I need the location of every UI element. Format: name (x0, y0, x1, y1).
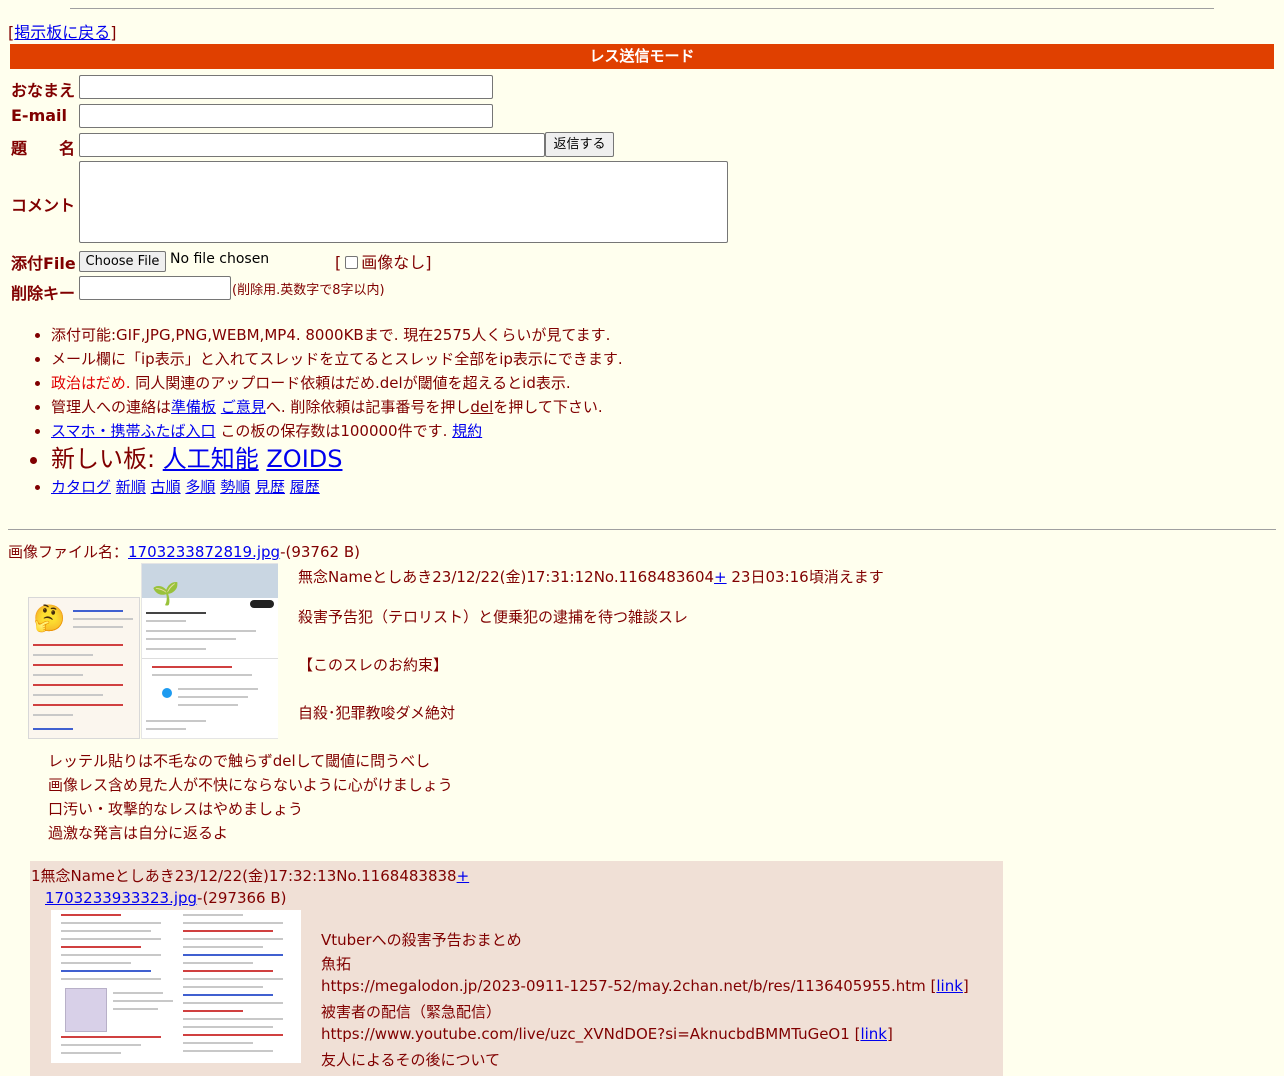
rule-text: 同人関連のアップロード依頼はだめ.delが閾値を超えるとid表示. (130, 374, 571, 392)
rule-text: を押して下さい. (493, 398, 603, 416)
politics-warning: 政治はだめ. (51, 374, 131, 392)
thumb-left-panel: 🤔 (28, 597, 140, 739)
email-label: E-mail (11, 106, 68, 125)
board-rules-list: 添付可能:GIF,JPG,PNG,WEBM,MP4. 8000KBまで. 現在2… (0, 323, 623, 499)
prep-board-link[interactable]: 準備板 (171, 398, 216, 416)
rule-item: 添付可能:GIF,JPG,PNG,WEBM,MP4. 8000KBまで. 現在2… (51, 323, 623, 347)
rule-text: 添付可能:GIF,JPG,PNG,WEBM,MP4. 8000KBまで. 現在2… (51, 326, 611, 344)
op-file-info: 画像ファイル名：1703233872819.jpg-(93762 B) (8, 541, 360, 562)
bracket: [ (335, 253, 342, 272)
reply-file-info: 1703233933323.jpg-(297366 B) (45, 889, 286, 907)
op-file-link[interactable]: 1703233872819.jpg (128, 543, 280, 561)
bracket: ] (886, 1025, 893, 1043)
thumb-right-panel: 🌱 (141, 563, 278, 739)
reply-thumbnail[interactable] (51, 910, 301, 1063)
megalodon-link[interactable]: link (936, 977, 963, 995)
sort-oldest-link[interactable]: 古順 (151, 478, 181, 496)
sprout-icon: 🌱 (152, 582, 180, 607)
zoids-board-link[interactable]: ZOIDS (266, 445, 342, 473)
bracket: ] (425, 253, 432, 272)
reply-file-link[interactable]: 1703233933323.jpg (45, 889, 197, 907)
ai-board-link[interactable]: 人工知能 (163, 445, 259, 473)
thinking-face-icon: 🤔 (33, 604, 66, 634)
sort-links-item: カタログ 新順 古順 多順 勢順 見歴 履歴 (51, 475, 623, 499)
op-header: 無念Nameとしあき23/12/22(金)17:31:12No.11684836… (298, 566, 884, 587)
no-image-checkbox[interactable] (345, 256, 359, 269)
reply-url-line: https://www.youtube.com/live/uzc_XVNdDOE… (321, 1025, 893, 1043)
subject-label: 題 名 (11, 139, 76, 158)
name-label: おなまえ (11, 81, 76, 100)
op-body-line: 過激な発言は自分に返るよ (48, 824, 229, 842)
no-image-label: 画像なし (361, 253, 426, 272)
rule-item: スマホ・携帯ふたば入口 この板の保存数は100000件です. 規約 (51, 419, 623, 443)
reply-header: 1無念Nameとしあき23/12/22(金)17:32:13No.1168483… (31, 865, 469, 886)
comment-textarea[interactable] (79, 161, 728, 243)
rule-item: メール欄に「ip表示」と入れてスレッドを立てるとスレッド全部をip表示にできます… (51, 347, 623, 371)
rule-item: 管理人への連絡は準備板 ご意見へ. 削除依頼は記事番号を押しdelを押して下さい… (51, 395, 623, 419)
new-boards-item: 新しい板: 人工知能 ZOIDS (51, 443, 623, 475)
youtube-url: https://www.youtube.com/live/uzc_XVNdDOE… (321, 1025, 850, 1043)
email-input[interactable] (79, 104, 493, 128)
sort-newest-link[interactable]: 新順 (116, 478, 146, 496)
rule-text: 管理人への連絡は (51, 398, 172, 416)
back-to-board-link[interactable]: 掲示板に戻る (14, 23, 110, 42)
viewed-history-link[interactable]: 見歴 (255, 478, 285, 496)
op-body-line: 口汚い・攻撃的なレスはやめましょう (48, 800, 304, 818)
post-history-link[interactable]: 履歴 (290, 478, 320, 496)
del-text: del (470, 398, 494, 416)
reply-plus-link[interactable]: + (457, 867, 470, 885)
reply-file-size: -(297366 B) (197, 889, 287, 907)
catalog-link[interactable]: カタログ (51, 478, 111, 496)
youtube-link[interactable]: link (860, 1025, 887, 1043)
sort-most-link[interactable]: 多順 (185, 478, 215, 496)
delkey-note: (削除用.英数字で8字以内) (232, 283, 385, 298)
reply-mode-banner: レス送信モード (10, 44, 1274, 69)
op-body-line: レッテル貼りは不毛なので触らずdelして閾値に問うべし (48, 752, 431, 770)
submit-reply-button[interactable]: 返信する (545, 132, 614, 157)
bracket: ] (110, 23, 117, 42)
comment-label: コメント (11, 196, 76, 215)
op-name-date-no: 無念Nameとしあき23/12/22(金)17:31:12No.11684836… (298, 568, 715, 586)
feedback-link[interactable]: ご意見 (221, 398, 266, 416)
terms-link[interactable]: 規約 (452, 422, 482, 440)
reply-body-line: 魚拓 (321, 955, 352, 973)
top-divider (70, 8, 1214, 9)
op-body-line: 殺害予告犯（テロリスト）と便乗犯の逮捕を待つ雑談スレ (298, 608, 689, 626)
bracket: ] (962, 977, 969, 995)
reply-name-date-no: 1無念Nameとしあき23/12/22(金)17:32:13No.1168483… (31, 867, 457, 885)
reply-body-line: Vtuberへの殺害予告おまとめ (321, 931, 522, 949)
rule-text: へ. 削除依頼は記事番号を押し (265, 398, 471, 416)
choose-file-button[interactable]: Choose File (79, 251, 166, 272)
op-thumbnail[interactable]: 🤔 🌱 (28, 563, 278, 743)
sort-momentum-link[interactable]: 勢順 (220, 478, 250, 496)
reply-url-line: https://megalodon.jp/2023-0911-1257-52/m… (321, 977, 969, 995)
thread-divider (8, 529, 1276, 530)
op-body-line: 自殺･犯罪教唆ダメ絶対 (298, 704, 456, 722)
delkey-label: 削除キー (11, 284, 76, 303)
rule-text: この板の保存数は100000件です. (215, 422, 453, 440)
rule-item: 政治はだめ. 同人関連のアップロード依頼はだめ.delが閾値を超えるとid表示. (51, 371, 623, 395)
reply-body-line: 友人によるその後について (321, 1051, 501, 1069)
op-expire-text: 23日03:16頃消えます (731, 568, 884, 586)
no-image-option: [ 画像なし] (335, 249, 432, 273)
no-file-text: No file chosen (170, 251, 270, 267)
op-body-line: 画像レス含め見た人が不快にならないように心がけましょう (48, 776, 453, 794)
rule-text: メール欄に「ip表示」と入れてスレッドを立てるとスレッド全部をip表示にできます… (51, 350, 623, 368)
file-label-text: 画像ファイル名： (8, 543, 129, 561)
subject-input[interactable] (79, 133, 545, 157)
mobile-entry-link[interactable]: スマホ・携帯ふたば入口 (51, 422, 216, 440)
op-file-size: -(93762 B) (280, 543, 360, 561)
character-image (65, 988, 107, 1032)
megalodon-url: https://megalodon.jp/2023-0911-1257-52/m… (321, 977, 926, 995)
reply-body-line: 被害者の配信（緊急配信） (321, 1003, 502, 1021)
back-link-wrapper: [掲示板に戻る] (8, 19, 117, 43)
file-label: 添付File (11, 254, 76, 273)
name-input[interactable] (79, 75, 493, 99)
delkey-input[interactable] (79, 276, 231, 300)
op-body-line: 【このスレのお約束】 (298, 656, 449, 674)
new-boards-label: 新しい板: (51, 445, 163, 473)
op-plus-link[interactable]: + (714, 568, 727, 586)
